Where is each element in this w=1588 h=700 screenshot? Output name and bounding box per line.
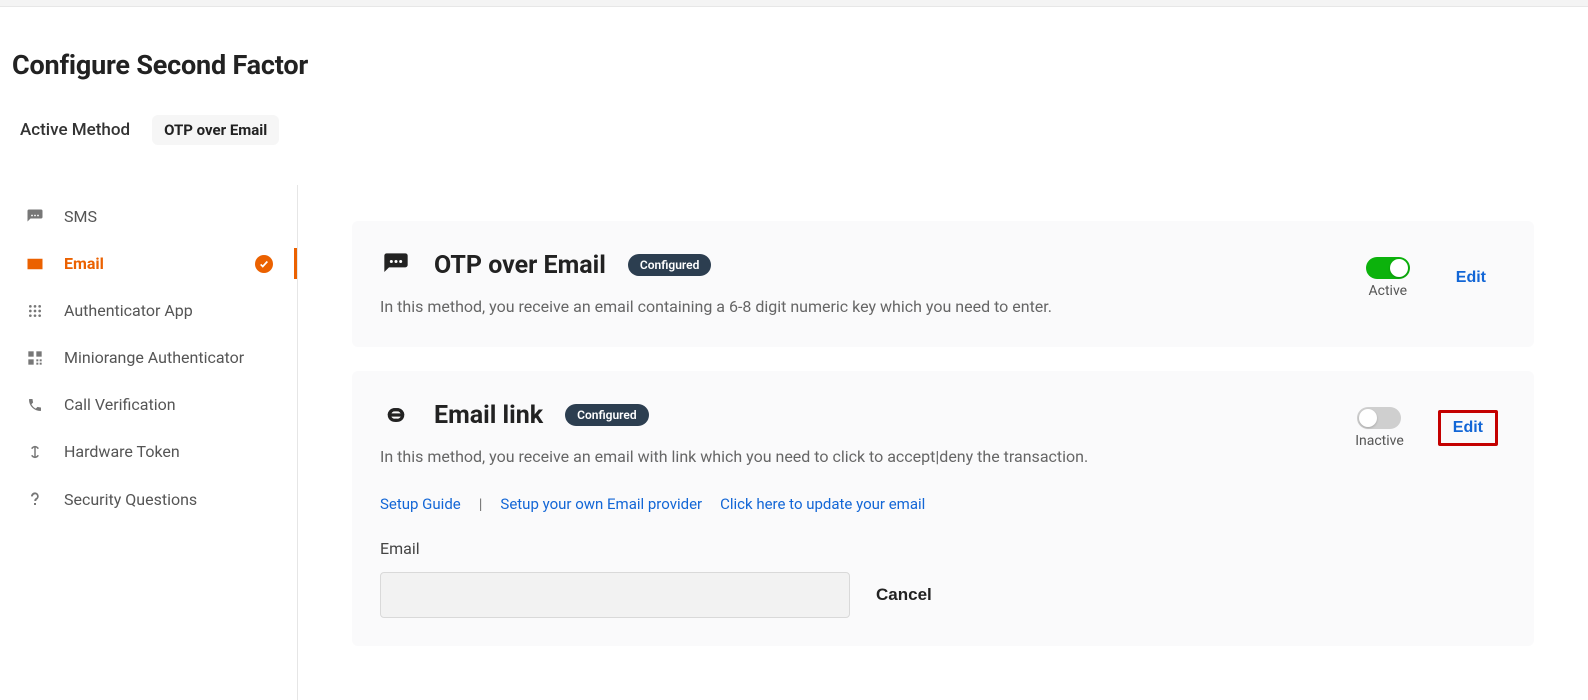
card-description: In this method, you receive an email wit…	[380, 445, 1315, 469]
active-method-value: OTP over Email	[152, 115, 279, 145]
edit-button[interactable]: Edit	[1438, 410, 1498, 446]
qr-icon	[24, 350, 46, 366]
page-header: Configure Second Factor Active Method OT…	[0, 7, 1588, 145]
toggle-state-label: Active	[1369, 283, 1408, 299]
phone-icon	[24, 397, 46, 413]
card-otp-over-email: OTP over Email Configured In this method…	[352, 221, 1534, 347]
card-email-link: Email link Configured In this method, yo…	[352, 371, 1534, 646]
question-icon	[24, 489, 46, 509]
sidebar-item-sms[interactable]: SMS	[0, 193, 297, 240]
links-row: Setup Guide | Setup your own Email provi…	[380, 495, 925, 513]
edit-button[interactable]: Edit	[1444, 263, 1498, 293]
sidebar-item-label: Security Questions	[64, 490, 197, 509]
sidebar-item-hardware-token[interactable]: Hardware Token	[0, 428, 297, 475]
sidebar-item-authenticator-app[interactable]: Authenticator App	[0, 287, 297, 334]
sidebar-item-email[interactable]: Email	[0, 240, 297, 287]
cancel-button[interactable]: Cancel	[876, 585, 932, 605]
email-input[interactable]	[380, 572, 850, 618]
card-title: OTP over Email	[434, 251, 606, 280]
links-separator: |	[479, 495, 483, 513]
setup-guide-link[interactable]: Setup Guide	[380, 495, 461, 513]
active-method-label: Active Method	[20, 120, 130, 140]
sidebar-item-call-verification[interactable]: Call Verification	[0, 381, 297, 428]
active-toggle[interactable]	[1366, 257, 1410, 279]
sidebar-item-miniorange-authenticator[interactable]: Miniorange Authenticator	[0, 334, 297, 381]
email-icon	[24, 257, 46, 271]
email-label: Email	[380, 539, 932, 558]
sidebar-item-label: Miniorange Authenticator	[64, 348, 244, 367]
card-description: In this method, you receive an email con…	[380, 295, 1326, 319]
setup-own-provider-link[interactable]: Setup your own Email provider	[500, 495, 702, 513]
sms-icon	[24, 208, 46, 226]
active-method-row: Active Method OTP over Email	[12, 115, 1568, 145]
window-top-strip	[0, 0, 1588, 7]
sidebar-item-label: Hardware Token	[64, 442, 180, 461]
configured-badge: Configured	[565, 404, 648, 426]
toggle-state-label: Inactive	[1355, 433, 1404, 449]
check-icon	[255, 255, 273, 273]
sidebar-item-label: SMS	[64, 207, 97, 226]
link-icon	[380, 399, 412, 431]
sidebar: SMS Email Authenticator App Miniorange A…	[0, 185, 298, 700]
sidebar-item-label: Authenticator App	[64, 301, 193, 320]
page-title: Configure Second Factor	[12, 49, 1568, 81]
sidebar-item-label: Email	[64, 254, 104, 273]
sidebar-item-security-questions[interactable]: Security Questions	[0, 475, 297, 523]
update-email-link[interactable]: Click here to update your email	[720, 495, 925, 513]
inactive-toggle[interactable]	[1357, 407, 1401, 429]
grid-icon	[24, 303, 46, 319]
token-icon	[24, 444, 46, 460]
content-area: OTP over Email Configured In this method…	[298, 185, 1588, 700]
configured-badge: Configured	[628, 254, 711, 276]
card-title: Email link	[434, 401, 543, 430]
message-icon	[380, 249, 412, 281]
sidebar-item-label: Call Verification	[64, 395, 176, 414]
email-section: Email Cancel	[380, 539, 932, 618]
